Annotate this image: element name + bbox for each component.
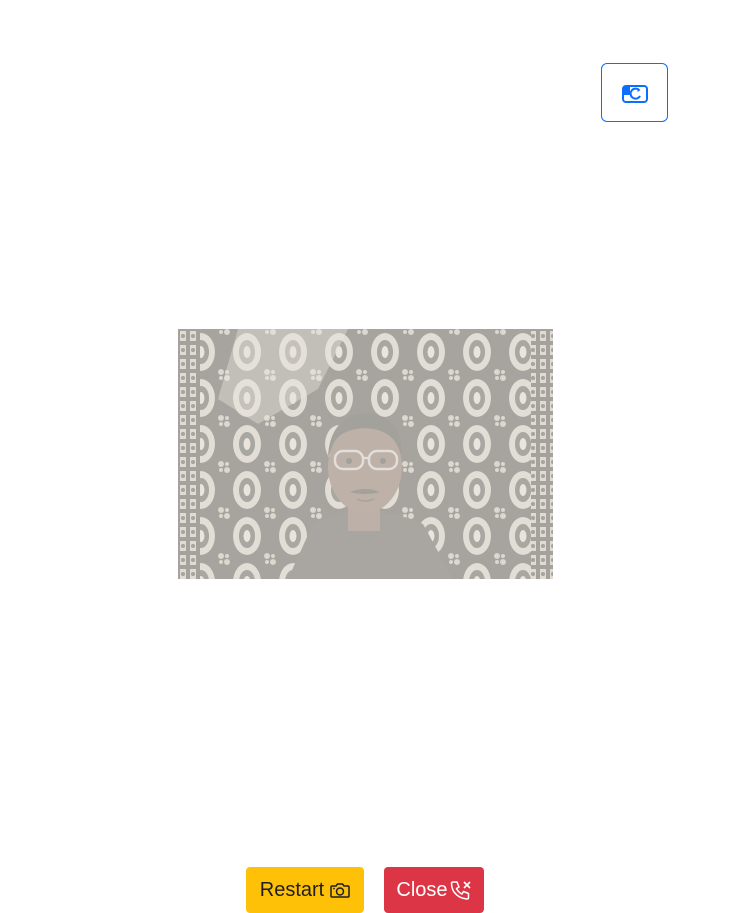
switch-camera-button[interactable] bbox=[601, 63, 668, 122]
restart-button[interactable]: Restart bbox=[246, 867, 364, 913]
close-label: Close bbox=[396, 878, 448, 901]
camera-icon bbox=[330, 882, 350, 898]
camera-switch-icon bbox=[621, 84, 648, 103]
restart-label: Restart bbox=[259, 878, 325, 901]
camera-feed-image bbox=[178, 329, 553, 579]
video-call-page: Restart Close bbox=[0, 0, 730, 913]
phone-x-icon bbox=[450, 880, 472, 900]
video-feed bbox=[178, 329, 553, 579]
close-button[interactable]: Close bbox=[384, 867, 484, 913]
call-controls: Restart Close bbox=[0, 867, 730, 913]
